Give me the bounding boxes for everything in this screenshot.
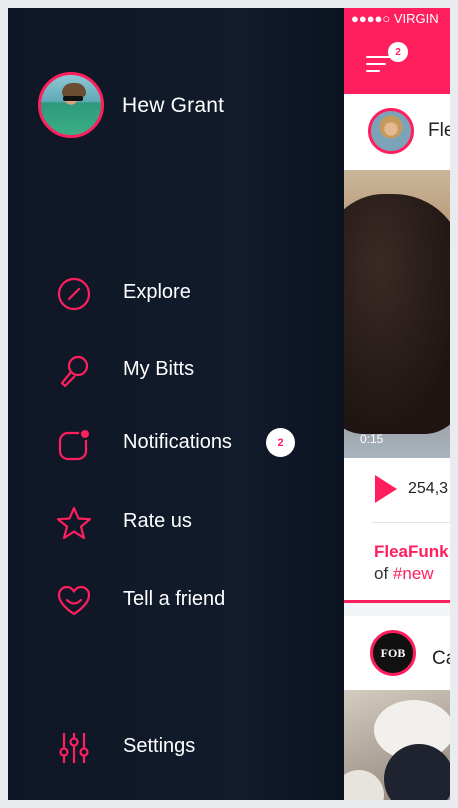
menu-label-rate-us: Rate us	[123, 510, 192, 532]
avatar[interactable]	[368, 108, 414, 154]
notification-badge: 2	[266, 428, 295, 457]
play-icon[interactable]	[375, 475, 397, 503]
avatar[interactable]: FOB	[370, 630, 416, 676]
menu-label-tell-a-friend: Tell a friend	[123, 588, 226, 610]
menu-item-explore[interactable]: Explore	[8, 272, 344, 316]
menu-item-my-bitts[interactable]: My Bitts	[8, 349, 344, 393]
view-count: 254,3	[408, 480, 449, 497]
menu-label-notifications: Notifications	[123, 431, 232, 453]
video-subject	[344, 194, 450, 434]
divider	[372, 522, 450, 523]
notification-icon	[58, 428, 91, 461]
menu-item-tell-a-friend[interactable]: Tell a friend	[8, 579, 344, 623]
avatar-glasses	[63, 96, 83, 101]
caption-user[interactable]: FleaFunk	[374, 542, 449, 562]
menu-label-explore: Explore	[123, 281, 191, 303]
post-author-name[interactable]: Ca	[432, 648, 450, 670]
caption-prefix: of	[374, 564, 393, 583]
video-duration: 0:15	[360, 432, 384, 446]
caption-hashtag[interactable]: #new	[393, 564, 434, 583]
menu-badge: 2	[388, 42, 408, 62]
post-stats: 254,3 FleaFunk of #new	[344, 458, 450, 603]
post-separator	[344, 600, 450, 603]
menu-item-settings[interactable]: Settings	[8, 726, 344, 770]
post-header[interactable]: Fle	[344, 94, 450, 170]
post-author-name[interactable]: Fle	[428, 120, 450, 142]
status-bar: ●●●●○ VIRGIN	[351, 11, 439, 26]
post-header[interactable]: FOB Ca	[344, 616, 450, 690]
menu-label-settings: Settings	[123, 735, 196, 757]
heart-smile-icon	[57, 585, 91, 616]
caption-text: of #new	[374, 564, 434, 584]
menu-item-notifications[interactable]: Notifications 2	[8, 422, 344, 466]
app-frame: Hew Grant Explore My Bitts Notifications	[8, 8, 450, 800]
sliders-icon	[59, 733, 89, 763]
star-icon	[56, 506, 92, 540]
avatar[interactable]	[38, 72, 104, 138]
menu-label-my-bitts: My Bitts	[123, 358, 195, 380]
video-thumbnail[interactable]: 0:15	[344, 170, 450, 458]
feed-panel[interactable]: ●●●●○ VIRGIN 2 Fle 0:15 254,3 FleaFunk o…	[344, 8, 450, 800]
app-header: ●●●●○ VIRGIN 2	[344, 8, 450, 94]
microphone-icon	[60, 355, 89, 388]
avatar-hair	[62, 83, 86, 97]
menu-item-rate-us[interactable]: Rate us	[8, 501, 344, 545]
post-image[interactable]	[344, 690, 450, 800]
profile-name[interactable]: Hew Grant	[122, 94, 224, 118]
navigation-drawer: Hew Grant Explore My Bitts Notifications	[8, 8, 344, 800]
cup-shape	[344, 770, 384, 800]
compass-icon	[57, 277, 91, 311]
